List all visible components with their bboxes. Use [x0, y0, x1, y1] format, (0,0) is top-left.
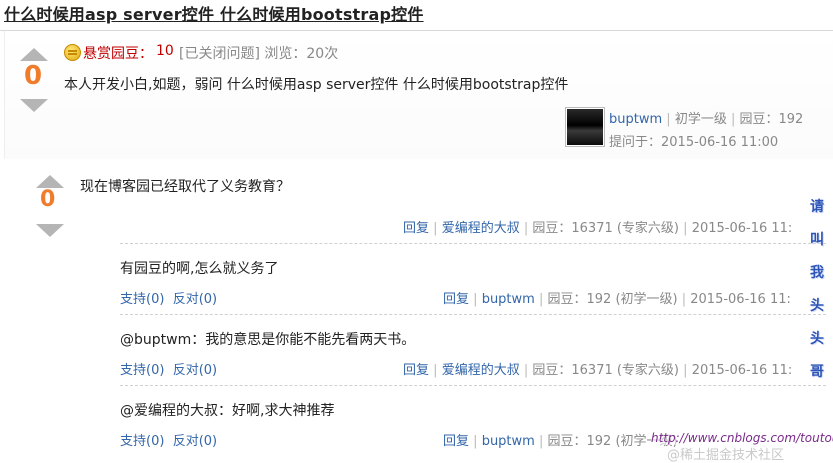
separator: | [523, 363, 529, 378]
comment-text: @buptwm：我的意思是你能不能先看两天书。 [120, 332, 416, 348]
separator: | [683, 221, 688, 236]
vote-down-icon[interactable] [36, 224, 64, 237]
comment-meta: 回复 | 爱编程的大叔 | 园豆：16371 (专家六级) | 2015-06-… [403, 359, 792, 378]
watermark-char: 叫 [810, 232, 824, 248]
vote-up-icon[interactable] [20, 48, 48, 61]
watermark-url: http://www.cnblogs.com/toutou/ [651, 431, 833, 445]
watermark-site: @稀土掘金技术社区 [667, 448, 785, 463]
comment-actions: 支持(0) 反对(0) [120, 359, 217, 378]
comment-author-points: 园豆：192 (初学一级) [547, 292, 678, 307]
support-link[interactable]: 支持(0) [120, 363, 164, 378]
watermark-char: 头 [810, 331, 824, 347]
page-title[interactable]: 什么时候用asp server控件 什么时候用bootstrap控件 [4, 1, 424, 25]
separator: | [666, 112, 671, 127]
question-author-line: buptwm | 初学一级 | 园豆：192 [609, 108, 803, 127]
bounty-value: 10 [156, 43, 174, 59]
comment-meta: 回复 | buptwm | 园豆：192 (初学一级) | 2015-06-16… [443, 288, 791, 307]
watermark-char: 我 [810, 265, 824, 281]
watermark-char: 请 [810, 199, 824, 215]
answer-author-points: 园豆：16371 (专家六级) [532, 221, 680, 236]
bounty-label: 悬赏园豆： [83, 46, 153, 62]
separator: | [681, 292, 687, 307]
oppose-link[interactable]: 反对(0) [173, 363, 217, 378]
answer-body: 现在博客园已经取代了义务教育？ [80, 179, 290, 195]
separator: | [473, 292, 478, 307]
answer-meta: 回复 | 爱编程的大叔 | 园豆：16371 (专家六级) | 2015-06-… [403, 217, 792, 236]
separator: | [730, 112, 736, 127]
comment-text: @爱编程的大叔：好啊,求大神推荐 [120, 403, 335, 419]
separator: | [433, 221, 438, 236]
comment-divider [120, 385, 826, 386]
separator: | [683, 363, 688, 378]
question-status: [已关闭问题] 浏览：20次 [179, 46, 339, 62]
question-asked-time: 提问于：2015-06-16 11:00 [609, 135, 779, 150]
avatar[interactable] [565, 107, 605, 147]
comment-text: 有园豆的啊,怎么就义务了 [120, 261, 279, 277]
coin-icon [64, 44, 81, 61]
watermark-vertical: 请 叫 我 头 头 哥 [806, 200, 828, 398]
watermark-char: 哥 [810, 364, 824, 380]
support-link[interactable]: 支持(0) [120, 292, 164, 307]
comment-meta: 回复 | buptwm | 园豆：192 (初学一级) [443, 430, 678, 449]
separator: | [433, 363, 438, 378]
reply-link[interactable]: 回复 [443, 434, 469, 449]
question-author-link[interactable]: buptwm [609, 112, 662, 127]
comment-divider [120, 243, 826, 244]
comment-author-link[interactable]: buptwm [482, 292, 535, 307]
question-body: 本人开发小白,如题，弱问 什么时候用asp server控件 什么时候用boot… [64, 77, 569, 93]
support-link[interactable]: 支持(0) [120, 434, 164, 449]
separator: | [523, 221, 529, 236]
comment-author-points: 园豆：16371 (专家六级) [532, 363, 680, 378]
question-author-points: 园豆：192 [739, 112, 804, 127]
separator: | [538, 434, 544, 449]
separator: | [538, 292, 544, 307]
reply-link[interactable]: 回复 [443, 292, 469, 307]
comment-author-link[interactable]: buptwm [482, 434, 535, 449]
comment-divider [120, 314, 826, 315]
watermark-char: 头 [810, 298, 824, 314]
vote-down-icon[interactable] [20, 99, 48, 112]
oppose-link[interactable]: 反对(0) [173, 292, 217, 307]
comment-time: 2015-06-16 11: [691, 363, 793, 378]
question-author-level: 初学一级 [674, 112, 727, 127]
reply-link[interactable]: 回复 [403, 221, 429, 236]
answer-vote-count: 0 [40, 187, 56, 212]
comment-time: 2015-06-16 11: [690, 292, 791, 307]
answer-author-link[interactable]: 爱编程的大叔 [442, 221, 520, 236]
comment-author-link[interactable]: 爱编程的大叔 [442, 363, 520, 378]
comment-actions: 支持(0) 反对(0) [120, 288, 217, 307]
oppose-link[interactable]: 反对(0) [173, 434, 217, 449]
separator: | [473, 434, 478, 449]
answer-time: 2015-06-16 11: [691, 221, 793, 236]
reply-link[interactable]: 回复 [403, 363, 429, 378]
question-vote-count: 0 [24, 61, 43, 91]
comment-actions: 支持(0) 反对(0) [120, 430, 217, 449]
